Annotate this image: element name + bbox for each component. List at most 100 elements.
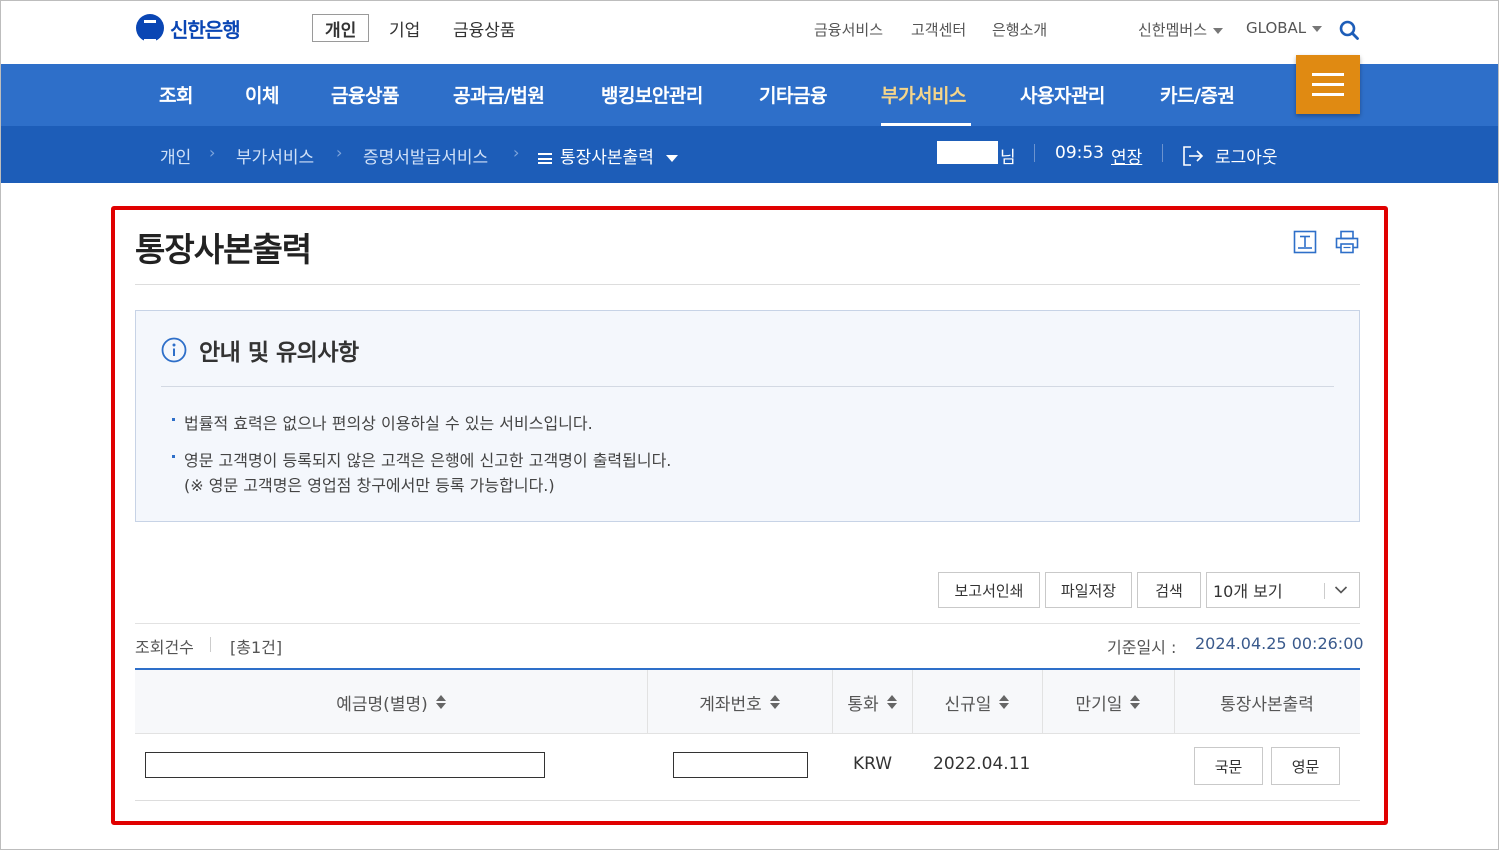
title-divider: [135, 284, 1360, 285]
chevron-down-icon: [1312, 25, 1323, 32]
main-nav: 조회 이체 금융상품 공과금/법원 뱅킹보안관리 기타금융 부가서비스 사용자관…: [0, 64, 1499, 126]
shinhan-logo[interactable]: 신한은행: [136, 13, 241, 43]
sort-icon: [886, 694, 897, 710]
notice-header: 안내 및 유의사항: [161, 333, 359, 367]
header-currency[interactable]: 통화: [832, 670, 912, 734]
divider: [210, 637, 211, 652]
segment-products[interactable]: 금융상품: [453, 14, 516, 42]
notice-text: 법률적 효력은 없으나 편의상 이용하실 수 있는 서비스입니다.: [184, 414, 593, 433]
page-size-value: 10개 보기: [1213, 582, 1283, 601]
user-suffix: 님: [1000, 148, 1016, 168]
notice-item: 영문 고객명이 등록되지 않은 고객은 은행에 신고한 고객명이 출력됩니다.: [172, 447, 672, 471]
row-divider: [135, 800, 1360, 801]
logout-label: 로그아웃: [1215, 148, 1278, 168]
divider: [1162, 144, 1163, 162]
link-customer-center[interactable]: 고객센터: [911, 19, 966, 40]
breadcrumb-separator: ›: [336, 143, 343, 162]
count-label: 조회건수: [135, 638, 194, 657]
search-button[interactable]: 검색: [1137, 572, 1201, 608]
account-number-masked: [673, 752, 808, 778]
print-english-button[interactable]: 영문: [1271, 747, 1340, 785]
logo-text: 신한은행: [170, 17, 241, 42]
sort-icon: [435, 694, 446, 710]
save-file-button[interactable]: 파일저장: [1045, 572, 1132, 608]
nav-user-management[interactable]: 사용자관리: [1020, 81, 1105, 108]
breadcrumb-current-dropdown[interactable]: 통장사본출력: [538, 143, 678, 168]
chevron-down-icon: [1334, 586, 1348, 594]
sort-icon: [769, 694, 780, 710]
breadcrumb-separator: ›: [513, 143, 520, 162]
global-label: GLOBAL: [1246, 19, 1307, 37]
header-label: 예금명(별명): [336, 694, 428, 715]
nav-security[interactable]: 뱅킹보안관리: [601, 81, 703, 108]
print-korean-button[interactable]: 국문: [1194, 747, 1263, 785]
hamburger-icon: [1312, 93, 1344, 96]
nav-other-finance[interactable]: 기타금융: [759, 81, 827, 108]
divider: [1034, 144, 1035, 162]
notice-item: 법률적 효력은 없으나 편의상 이용하실 수 있는 서비스입니다.: [172, 410, 593, 434]
extend-session-button[interactable]: 연장: [1111, 143, 1142, 168]
global-dropdown[interactable]: GLOBAL: [1246, 19, 1323, 37]
list-icon: [538, 152, 552, 164]
breadcrumb-separator: ›: [209, 143, 216, 162]
header-label: 통화: [847, 694, 879, 715]
top-bar: 신한은행 개인 기업 금융상품 금융서비스 고객센터 은행소개 신한멤버스 GL…: [0, 0, 1499, 64]
notice-title: 안내 및 유의사항: [199, 340, 359, 366]
account-name-masked: [145, 752, 545, 778]
cell-currency: KRW: [853, 754, 893, 774]
print-report-button[interactable]: 보고서인쇄: [938, 572, 1040, 608]
base-datetime-label: 기준일시 :: [1107, 638, 1177, 657]
select-divider: [1324, 583, 1325, 599]
breadcrumb-extra-services[interactable]: 부가서비스: [236, 143, 314, 168]
nav-utility-court[interactable]: 공과금/법원: [453, 81, 545, 108]
notice-divider: [161, 386, 1334, 387]
user-name-masked: [937, 141, 998, 164]
member-label: 신한멤버스: [1138, 21, 1208, 39]
hamburger-icon: [1312, 83, 1344, 86]
count-value: [총1건]: [230, 638, 283, 657]
logout-icon: [1183, 145, 1204, 166]
table-header: 예금명(별명) 계좌번호 통화 신규일 만기일 통장사본출력: [135, 670, 1360, 734]
nav-card-securities[interactable]: 카드/증권: [1160, 81, 1235, 108]
summary-divider: [135, 623, 1360, 624]
segment-business[interactable]: 기업: [389, 14, 420, 42]
header-open-date[interactable]: 신규일: [912, 670, 1042, 734]
header-account-name[interactable]: 예금명(별명): [135, 670, 647, 734]
search-icon[interactable]: [1339, 20, 1359, 40]
member-dropdown[interactable]: 신한멤버스: [1138, 19, 1224, 40]
caret-down-icon: [665, 154, 678, 162]
link-bank-intro[interactable]: 은행소개: [992, 19, 1047, 40]
bullet-icon: [172, 455, 175, 458]
notice-subtext: (※ 영문 고객명은 영업점 창구에서만 등록 가능합니다.): [184, 476, 555, 495]
nav-transfer[interactable]: 이체: [245, 81, 279, 108]
breadcrumb-certificate[interactable]: 증명서발급서비스: [363, 143, 488, 168]
segment-personal[interactable]: 개인: [312, 14, 370, 42]
header-due-date[interactable]: 만기일: [1042, 670, 1174, 734]
breadcrumb-personal[interactable]: 개인: [160, 143, 191, 168]
breadcrumb-current: 통장사본출력: [560, 148, 654, 168]
page-size-select[interactable]: 10개 보기: [1206, 572, 1360, 608]
hamburger-icon: [1312, 73, 1344, 76]
notice-box: 안내 및 유의사항 법률적 효력은 없으나 편의상 이용하실 수 있는 서비스입…: [135, 310, 1360, 522]
header-account-number[interactable]: 계좌번호: [647, 670, 832, 734]
header-print-copy: 통장사본출력: [1220, 694, 1314, 715]
nav-inquiry[interactable]: 조회: [159, 81, 193, 108]
session-timer: 09:53: [1055, 143, 1104, 163]
logout-button[interactable]: 로그아웃: [1181, 143, 1278, 168]
base-datetime-value: 2024.04.25 00:26:00: [1195, 634, 1364, 653]
chevron-down-icon: [1213, 27, 1224, 34]
cell-open-date: 2022.04.11: [933, 754, 1031, 774]
shinhan-logo-icon: [136, 14, 164, 42]
nav-products[interactable]: 금융상품: [331, 81, 399, 108]
all-menu-button[interactable]: [1296, 55, 1360, 114]
nav-extra-services[interactable]: 부가서비스: [881, 81, 966, 108]
page-title: 통장사본출력: [135, 230, 312, 269]
notice-text: 영문 고객명이 등록되지 않은 고객은 은행에 신고한 고객명이 출력됩니다.: [184, 451, 672, 470]
download-icon[interactable]: [1293, 230, 1317, 254]
info-icon: [161, 337, 187, 363]
sort-icon: [1130, 694, 1141, 710]
print-icon[interactable]: [1335, 230, 1359, 254]
link-financial-services[interactable]: 금융서비스: [814, 19, 883, 40]
header-label: 신규일: [944, 694, 992, 715]
bullet-icon: [172, 418, 175, 421]
